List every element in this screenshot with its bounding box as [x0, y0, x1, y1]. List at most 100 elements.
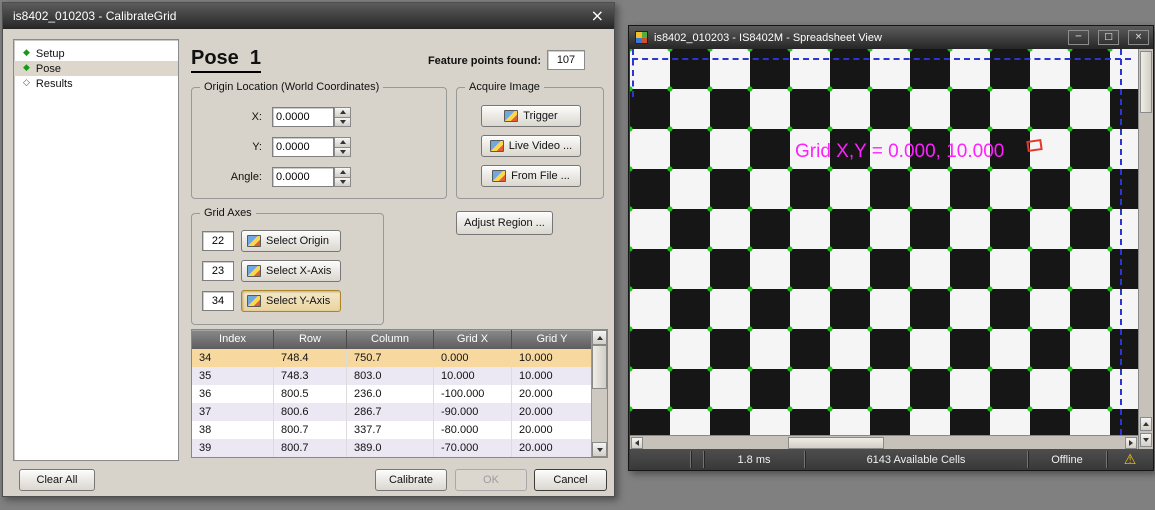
image-view-area: Grid X,Y = 0.000, 10.000: [630, 49, 1153, 449]
select-x-axis-icon: [247, 265, 261, 277]
spin-up-button[interactable]: [334, 137, 351, 148]
step-done-icon: ◆: [23, 49, 30, 58]
region-boundary-right-line: [1120, 49, 1122, 435]
x-axis-cell-input[interactable]: [202, 261, 234, 281]
ok-button: OK: [455, 469, 527, 491]
live-video-button[interactable]: Live Video ...: [481, 135, 581, 157]
x-label: X:: [192, 111, 272, 123]
feature-points-count: 107: [547, 50, 585, 70]
spin-up-button[interactable]: [334, 167, 351, 178]
close-button[interactable]: ×: [1128, 30, 1149, 45]
select-y-axis-button[interactable]: Select Y-Axis: [241, 290, 341, 312]
arrow-up-icon: [597, 336, 603, 340]
group-title: Origin Location (World Coordinates): [200, 81, 383, 93]
acquire-image-group: Acquire Image Trigger Live Video ... Fro…: [456, 87, 604, 199]
grid-axes-group: Grid Axes Select Origin Select X-Axis: [191, 213, 384, 325]
x-spinner: [334, 107, 351, 127]
vertical-scrollbar[interactable]: [1138, 49, 1153, 449]
cell-index: 34: [192, 349, 274, 367]
x-field-row: X:: [192, 106, 351, 128]
sidebar-item-pose[interactable]: ◆ Pose: [14, 61, 178, 76]
button-label: Adjust Region ...: [464, 217, 545, 229]
cell-grid-x: -70.000: [434, 439, 512, 457]
table-row[interactable]: 38 800.7 337.7 -80.000 20.000: [192, 421, 607, 439]
table-header: Index Row Column Grid X Grid Y: [192, 330, 607, 349]
status-segment-empty: [691, 449, 703, 470]
table-row[interactable]: 36 800.5 236.0 -100.000 20.000: [192, 385, 607, 403]
horizontal-scrollbar[interactable]: [630, 435, 1138, 449]
maximize-button[interactable]: □: [1098, 30, 1119, 45]
cell-row: 800.7: [274, 421, 347, 439]
sidebar-item-results[interactable]: ◇ Results: [14, 76, 178, 91]
cell-column: 389.0: [347, 439, 434, 457]
from-file-icon: [492, 170, 506, 182]
angle-input[interactable]: [272, 167, 334, 187]
arrow-up-icon: [1143, 422, 1149, 426]
button-label: Select Origin: [266, 235, 329, 247]
table-row[interactable]: 37 800.6 286.7 -90.000 20.000: [192, 403, 607, 421]
cell-index: 38: [192, 421, 274, 439]
calibrate-button[interactable]: Calibrate: [375, 469, 447, 491]
scroll-right-button[interactable]: [1125, 437, 1137, 449]
spin-up-button[interactable]: [334, 107, 351, 118]
grid-coordinates-overlay: Grid X,Y = 0.000, 10.000: [795, 141, 1004, 163]
cell-index: 39: [192, 439, 274, 457]
page-title: Pose 1: [191, 47, 261, 73]
step-done-icon: ◆: [23, 64, 30, 73]
y-label: Y:: [192, 141, 272, 153]
scrollbar-thumb[interactable]: [1140, 51, 1152, 113]
select-origin-row: Select Origin: [202, 230, 341, 252]
cancel-button[interactable]: Cancel: [534, 469, 607, 491]
origin-cell-input[interactable]: [202, 231, 234, 251]
select-x-axis-row: Select X-Axis: [202, 260, 341, 282]
clear-all-button[interactable]: Clear All: [19, 469, 95, 491]
select-origin-icon: [247, 235, 261, 247]
title-bar[interactable]: is8402_010203 - CalibrateGrid ×: [3, 3, 614, 29]
cell-column: 750.7: [347, 349, 434, 367]
table-row[interactable]: 39 800.7 389.0 -70.000 20.000: [192, 439, 607, 457]
step-pending-icon: ◇: [23, 79, 30, 88]
spin-down-button[interactable]: [334, 178, 351, 188]
scroll-up-button[interactable]: [592, 330, 607, 345]
sidebar-item-setup[interactable]: ◆ Setup: [14, 46, 178, 61]
live-video-icon: [490, 140, 504, 152]
scrollbar-thumb[interactable]: [592, 345, 607, 389]
y-axis-cell-input[interactable]: [202, 291, 234, 311]
scroll-down-button[interactable]: [1140, 433, 1152, 447]
feature-points-label: Feature points found:: [393, 55, 541, 67]
select-origin-button[interactable]: Select Origin: [241, 230, 341, 252]
button-label: Select Y-Axis: [266, 295, 330, 307]
minimize-icon: ─: [1076, 32, 1081, 42]
select-x-axis-button[interactable]: Select X-Axis: [241, 260, 341, 282]
scrollbar-thumb[interactable]: [788, 437, 884, 449]
cell-column: 803.0: [347, 367, 434, 385]
button-label: Clear All: [37, 474, 78, 486]
feature-points-table: Index Row Column Grid X Grid Y 34 748.4 …: [191, 329, 608, 458]
table-row[interactable]: 35 748.3 803.0 10.000 10.000: [192, 367, 607, 385]
table-scrollbar[interactable]: [591, 330, 607, 457]
calibration-checkerboard-image[interactable]: Grid X,Y = 0.000, 10.000: [630, 49, 1138, 435]
scroll-down-button[interactable]: [592, 442, 607, 457]
tree-item-label: Pose: [36, 63, 61, 75]
status-warning-segment[interactable]: ⚠: [1107, 449, 1153, 470]
angle-spinner: [334, 167, 351, 187]
table-row-selected[interactable]: 34 748.4 750.7 0.000 10.000: [192, 349, 607, 367]
spin-down-button[interactable]: [334, 148, 351, 158]
close-icon[interactable]: ×: [591, 8, 604, 24]
status-bar: 1.8 ms 6143 Available Cells Offline ⚠: [630, 449, 1153, 470]
acquisition-time: 1.8 ms: [704, 449, 804, 470]
title-bar[interactable]: is8402_010203 - IS8402M - Spreadsheet Vi…: [629, 26, 1153, 49]
y-coordinate-input[interactable]: [272, 137, 334, 157]
button-label: Select X-Axis: [266, 265, 331, 277]
minimize-button[interactable]: ─: [1068, 30, 1089, 45]
cell-grid-x: -100.000: [434, 385, 512, 403]
adjust-region-button[interactable]: Adjust Region ...: [456, 211, 553, 235]
scroll-up-button[interactable]: [1140, 417, 1152, 431]
tree-item-label: Setup: [36, 48, 65, 60]
x-coordinate-input[interactable]: [272, 107, 334, 127]
scroll-left-button[interactable]: [631, 437, 643, 449]
trigger-button[interactable]: Trigger: [481, 105, 581, 127]
spin-down-button[interactable]: [334, 118, 351, 128]
cell-row: 800.6: [274, 403, 347, 421]
from-file-button[interactable]: From File ...: [481, 165, 581, 187]
